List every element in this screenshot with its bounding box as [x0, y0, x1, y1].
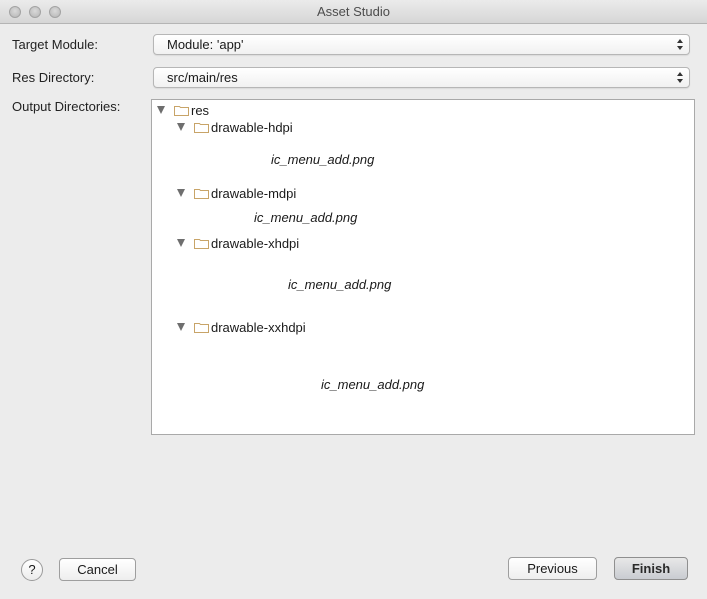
- tree-node-label: res: [191, 102, 210, 118]
- dropdown-arrows-icon: [677, 72, 683, 83]
- finish-button[interactable]: Finish: [614, 557, 688, 580]
- tree-node-label: drawable-mdpi: [211, 185, 297, 201]
- cancel-button[interactable]: Cancel: [59, 558, 136, 581]
- tree-node-drawable-hdpi[interactable]: drawable-hdpi: [177, 119, 293, 135]
- window-title: Asset Studio: [317, 4, 390, 19]
- previous-button[interactable]: Previous: [508, 557, 597, 580]
- tree-node-drawable-xhdpi[interactable]: drawable-xhdpi: [177, 235, 299, 251]
- target-module-label: Target Module:: [12, 37, 98, 52]
- tree-node-drawable-mdpi[interactable]: drawable-mdpi: [177, 185, 296, 201]
- file-item[interactable]: ic_menu_add.png: [271, 152, 374, 167]
- expand-triangle-icon[interactable]: [177, 239, 185, 247]
- expand-triangle-icon[interactable]: [177, 123, 185, 131]
- folder-icon: [174, 105, 189, 116]
- file-item[interactable]: ic_menu_add.png: [254, 210, 357, 225]
- file-item[interactable]: ic_menu_add.png: [288, 277, 391, 292]
- res-directory-label: Res Directory:: [12, 70, 95, 85]
- folder-icon: [194, 122, 209, 133]
- res-directory-value: src/main/res: [167, 70, 238, 85]
- help-button[interactable]: ?: [21, 559, 43, 581]
- expand-triangle-icon[interactable]: [177, 189, 185, 197]
- tree-node-drawable-xxhdpi[interactable]: drawable-xxhdpi: [177, 319, 306, 335]
- expand-triangle-icon[interactable]: [177, 323, 185, 331]
- dropdown-arrows-icon: [677, 39, 683, 50]
- output-directories-label: Output Directories:: [12, 99, 121, 114]
- target-module-value: Module: 'app': [167, 37, 244, 52]
- res-directory-select[interactable]: src/main/res: [153, 67, 690, 88]
- tree-node-label: drawable-xxhdpi: [211, 319, 306, 335]
- expand-triangle-icon[interactable]: [157, 106, 165, 114]
- tree-node-label: drawable-xhdpi: [211, 235, 300, 251]
- folder-icon: [194, 238, 209, 249]
- folder-icon: [194, 322, 209, 333]
- output-directories-tree[interactable]: res drawable-hdpi ic_menu_add.png drawab…: [151, 99, 695, 435]
- tree-node-label: drawable-hdpi: [211, 119, 293, 135]
- folder-icon: [194, 188, 209, 199]
- file-item[interactable]: ic_menu_add.png: [321, 377, 424, 392]
- target-module-select[interactable]: Module: 'app': [153, 34, 690, 55]
- title-bar: Asset Studio: [0, 0, 707, 24]
- tree-node-res[interactable]: res: [157, 102, 209, 118]
